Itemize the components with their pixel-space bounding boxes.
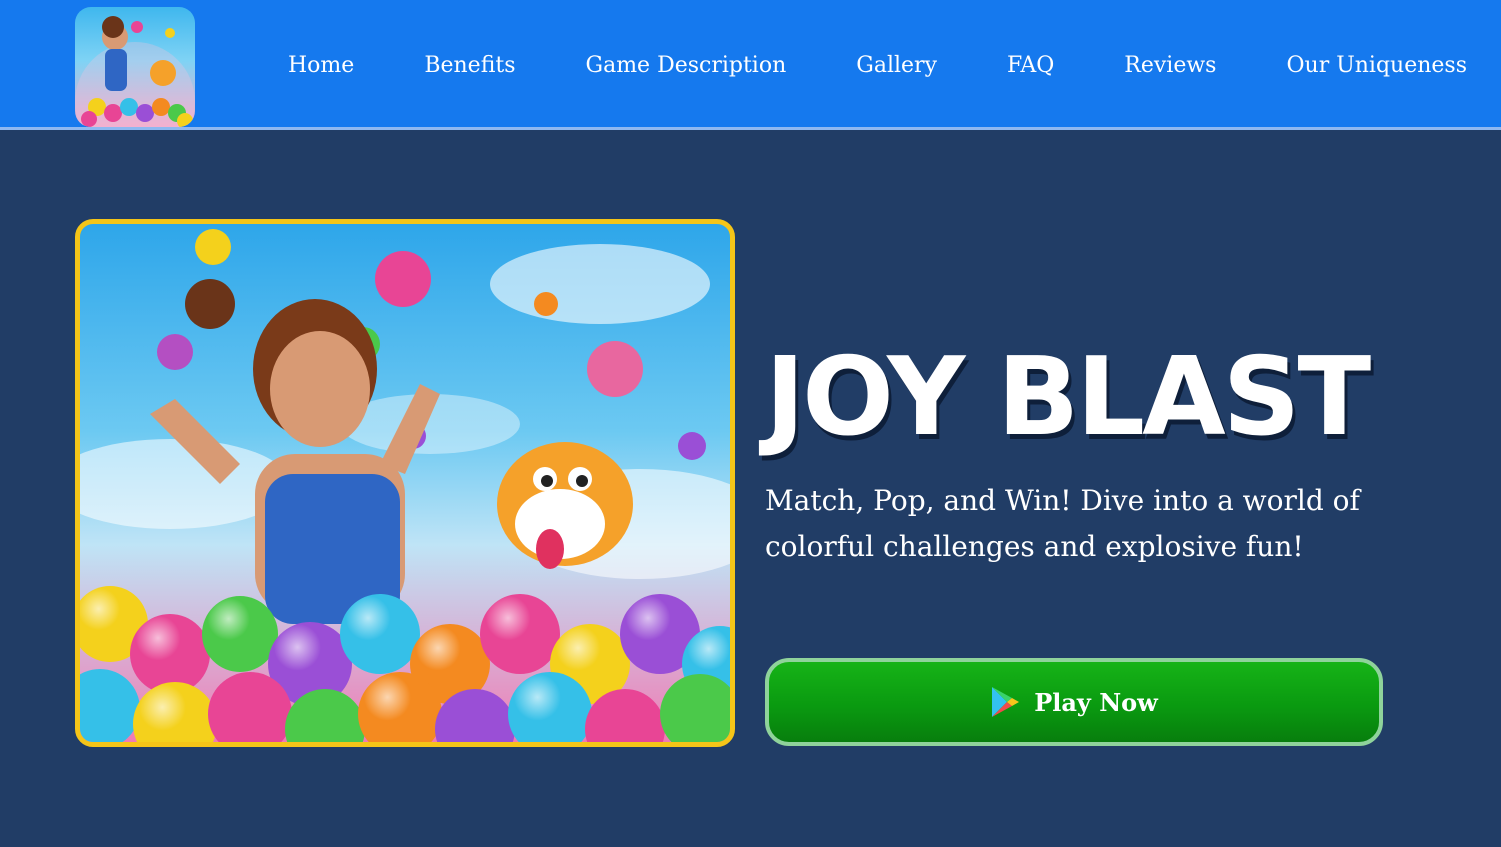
app-logo-icon <box>75 16 195 127</box>
game-title: JOY BLAST <box>765 335 1371 460</box>
app-logo[interactable] <box>75 7 195 127</box>
hero-artwork-icon <box>80 229 730 742</box>
nav-home[interactable]: Home <box>288 53 354 78</box>
nav-reviews[interactable]: Reviews <box>1124 53 1216 78</box>
nav-game-description[interactable]: Game Description <box>586 53 787 78</box>
nav-benefits[interactable]: Benefits <box>424 53 515 78</box>
play-now-label: Play Now <box>1034 687 1158 717</box>
main-nav: Home Benefits Game Description Gallery F… <box>288 0 1467 130</box>
google-play-icon <box>990 686 1020 718</box>
play-now-button[interactable]: Play Now <box>765 658 1383 746</box>
nav-gallery[interactable]: Gallery <box>856 53 937 78</box>
site-header: Home Benefits Game Description Gallery F… <box>0 0 1501 130</box>
nav-faq[interactable]: FAQ <box>1007 53 1054 78</box>
game-tagline: Match, Pop, and Win! Dive into a world o… <box>765 484 1360 563</box>
hero-image <box>75 219 735 747</box>
nav-our-uniqueness[interactable]: Our Uniqueness <box>1286 53 1467 78</box>
